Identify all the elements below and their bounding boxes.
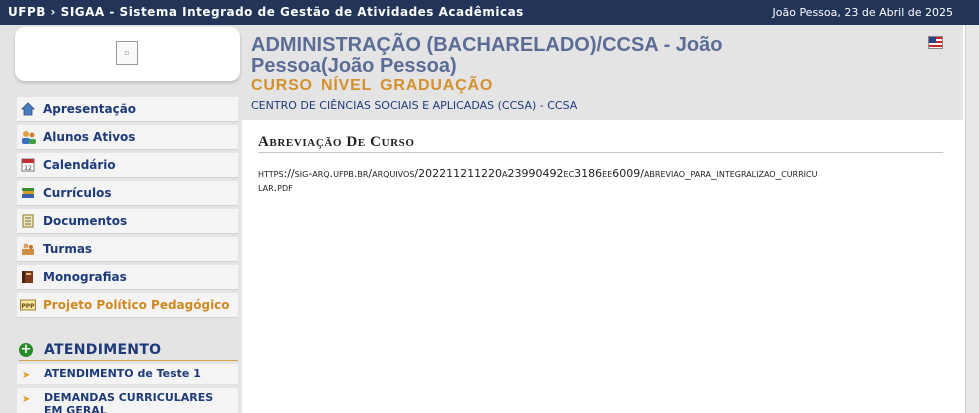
ppp-icon: PPP bbox=[20, 297, 36, 313]
sidebar-item-label: Projeto Político Pedagógico bbox=[43, 298, 230, 312]
logo-box: ▫ bbox=[15, 27, 240, 81]
sidebar-item-calendario[interactable]: 12 Calendário bbox=[17, 153, 238, 178]
sidebar-item-alunos-ativos[interactable]: Alunos Ativos bbox=[17, 125, 238, 150]
class-icon bbox=[20, 241, 36, 257]
sidebar-item-label: Currículos bbox=[43, 186, 112, 200]
document-icon bbox=[20, 213, 36, 229]
sidebar-item-label: Documentos bbox=[43, 214, 128, 228]
sidebar-item-curriculos[interactable]: Currículos bbox=[17, 181, 238, 206]
sidebar-item-label: Alunos Ativos bbox=[43, 130, 136, 144]
atendimento-item-label: ATENDIMENTO de Teste 1 bbox=[44, 367, 201, 380]
atendimento-title: ATENDIMENTO bbox=[44, 341, 162, 358]
sidebar-item-turmas[interactable]: Turmas bbox=[17, 237, 238, 262]
us-flag-icon[interactable] bbox=[928, 36, 943, 49]
users-icon bbox=[20, 129, 36, 145]
system-title: UFPB › SIGAA - Sistema Integrado de Gest… bbox=[8, 5, 524, 19]
home-icon bbox=[20, 101, 36, 117]
atendimento-item-label: DEMANDAS CURRICULARES EM GERAL bbox=[44, 391, 214, 413]
books-icon bbox=[20, 185, 36, 201]
atendimento-item[interactable]: ➤ ATENDIMENTO de Teste 1 bbox=[17, 364, 238, 384]
vertical-scrollbar[interactable] bbox=[965, 25, 979, 413]
sidebar-item-label: Turmas bbox=[43, 242, 93, 256]
atendimento-list: ➤ ATENDIMENTO de Teste 1 ➤ DEMANDAS CURR… bbox=[17, 364, 238, 413]
sidebar-item-label: Calendário bbox=[43, 158, 116, 172]
arrow-right-icon: ➤ bbox=[22, 370, 31, 381]
book-icon bbox=[20, 269, 36, 285]
sidebar-item-label: Apresentação bbox=[43, 102, 137, 116]
calendar-icon: 12 bbox=[20, 157, 36, 173]
sidebar-item-documentos[interactable]: Documentos bbox=[17, 209, 238, 234]
svg-text:12: 12 bbox=[24, 165, 32, 172]
sidebar-item-label: Monografias bbox=[43, 270, 127, 284]
atendimento-section-header[interactable]: + ATENDIMENTO bbox=[19, 339, 238, 361]
center-name: CENTRO DE CIÊNCIAS SOCIAIS E APLICADAS (… bbox=[251, 99, 578, 112]
top-bar: UFPB › SIGAA - Sistema Integrado de Gest… bbox=[0, 0, 979, 25]
sidebar-item-apresentacao[interactable]: Apresentação bbox=[17, 97, 238, 122]
sidebar-item-monografias[interactable]: Monografias bbox=[17, 265, 238, 290]
course-title: ADMINISTRAÇÃO (BACHARELADO)/CCSA - João … bbox=[251, 34, 723, 77]
svg-text:PPP: PPP bbox=[21, 303, 35, 310]
sidebar-item-projeto-politico-pedagogico[interactable]: PPP Projeto Político Pedagógico bbox=[17, 293, 238, 318]
section-title: Abreviação De Curso bbox=[258, 134, 943, 153]
atendimento-item[interactable]: ➤ DEMANDAS CURRICULARES EM GERAL bbox=[17, 388, 238, 413]
current-date: João Pessoa, 23 de Abril de 2025 bbox=[772, 6, 954, 19]
sidebar-menu: Apresentação Alunos Ativos 12 Calendário… bbox=[17, 97, 238, 321]
course-level: CURSO NÍVEL GRADUAÇÃO bbox=[251, 77, 494, 94]
arrow-right-icon: ➤ bbox=[22, 394, 31, 405]
document-link[interactable]: https://sig-arq.ufpb.br/arquivos/2022112… bbox=[258, 167, 818, 195]
broken-image-icon: ▫ bbox=[116, 41, 138, 65]
plus-icon: + bbox=[19, 341, 33, 357]
